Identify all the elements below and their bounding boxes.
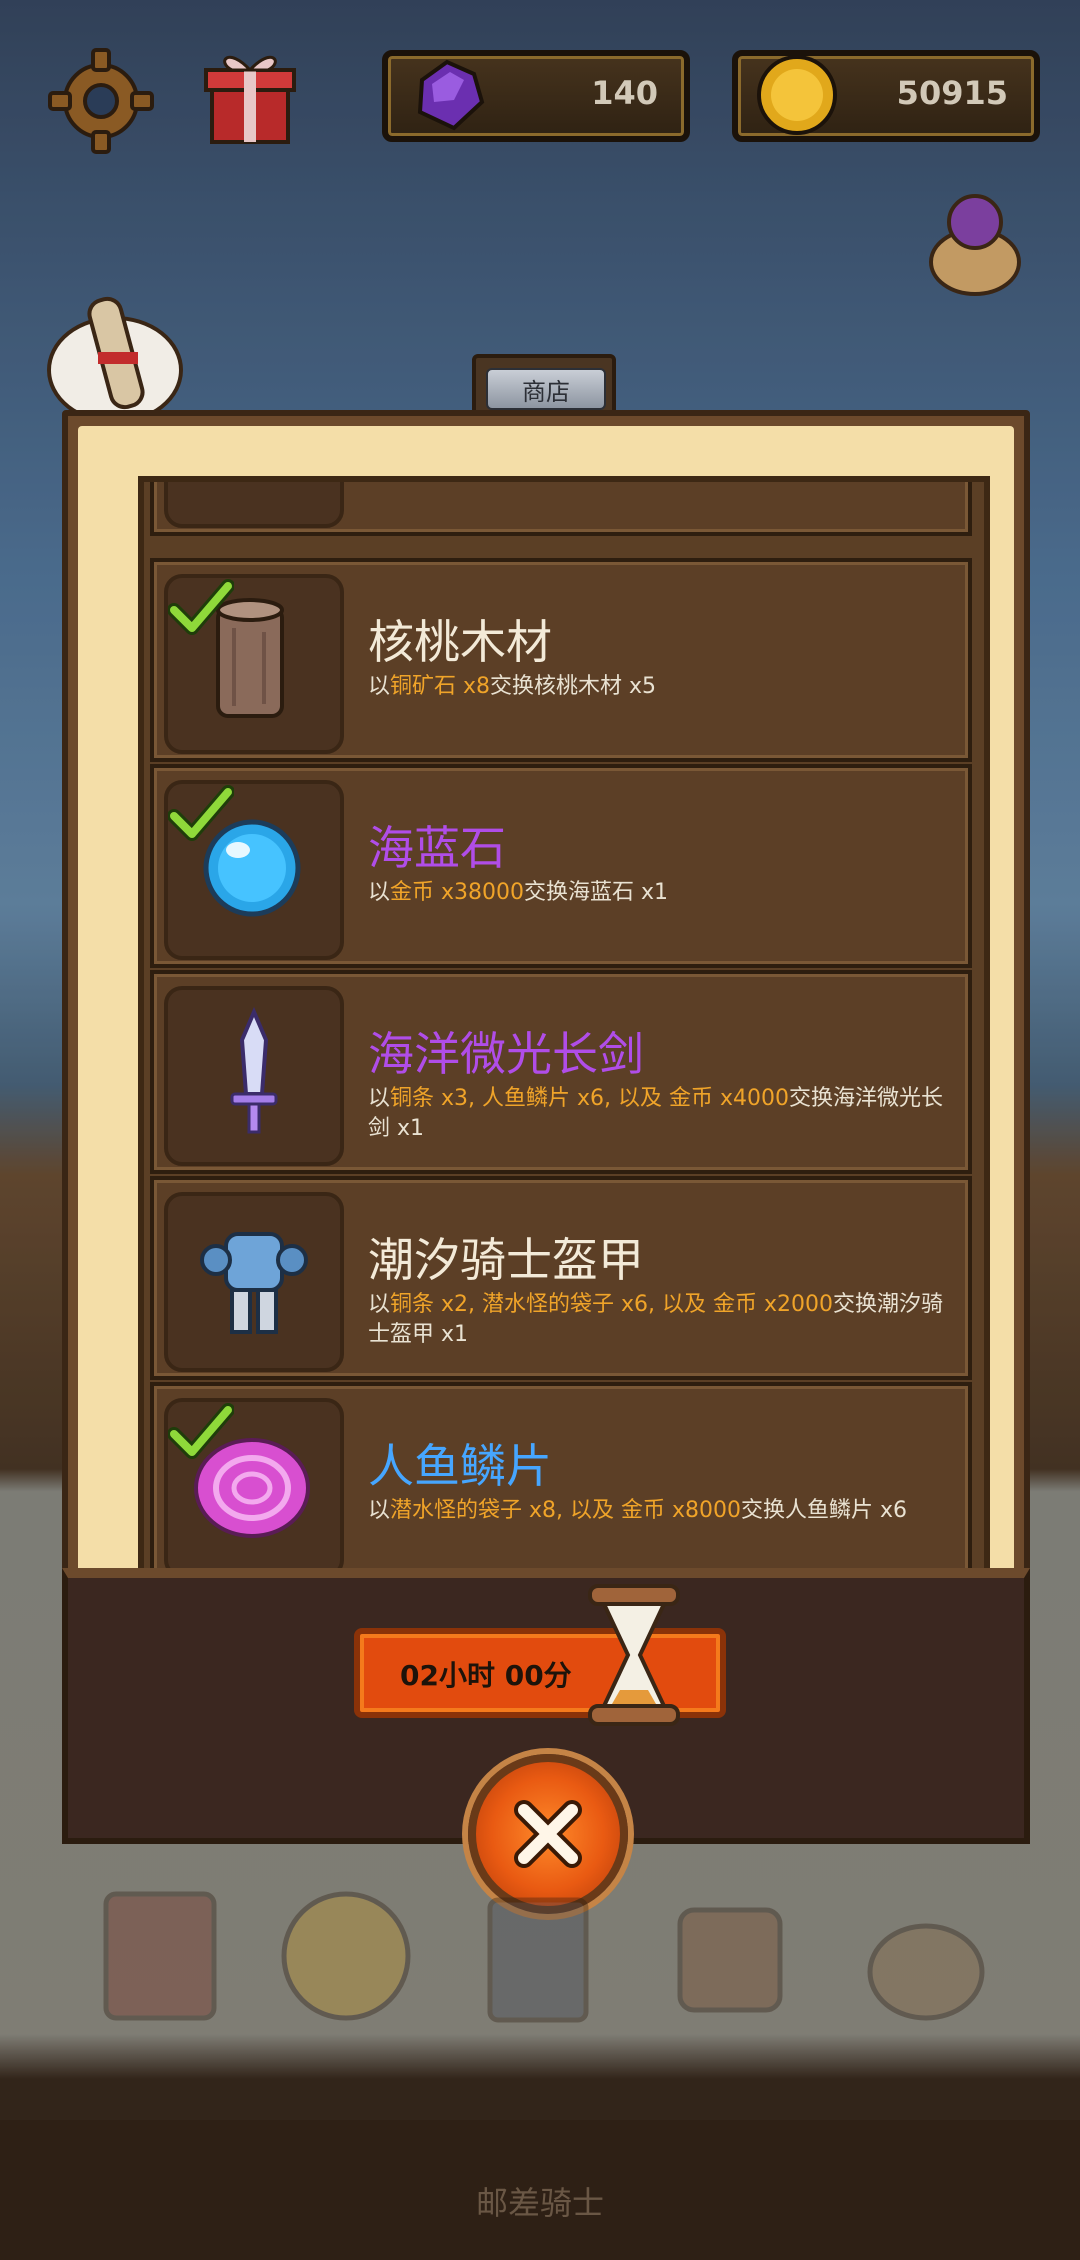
purple-gem-icon — [417, 59, 485, 131]
checkmark-icon — [168, 785, 234, 841]
loot-bag-icon[interactable] — [850, 1880, 990, 2030]
gift-box-icon[interactable] — [198, 40, 302, 148]
footer-title: 邮差骑士 — [475, 2184, 604, 2222]
coin-counter[interactable]: 50915 — [732, 50, 1040, 142]
timer-label: 02小时 00分 — [400, 1659, 572, 1692]
item-description: 以金币 x38000交换海蓝石 x1 — [368, 880, 669, 905]
gem-counter[interactable]: 140 — [382, 50, 690, 142]
shop-item-partial[interactable] — [150, 482, 972, 536]
item-slot — [164, 1192, 344, 1372]
shop-item[interactable]: 海洋微光长剑 以铜条 x3, 人鱼鳞片 x6, 以及 金币 x4000交换海洋微… — [150, 970, 972, 1174]
checkmark-icon — [168, 1403, 234, 1459]
shop-tab-label: 商店 — [486, 368, 606, 410]
card-deck-icon[interactable] — [470, 1880, 610, 2030]
item-name: 海蓝石 — [368, 821, 506, 875]
settings-gear-icon[interactable] — [48, 48, 154, 154]
coin-count: 50915 — [896, 74, 1008, 112]
shop-item[interactable]: 人鱼鳞片 以潜水怪的袋子 x8, 以及 金币 x8000交换人鱼鳞片 x6 — [150, 1382, 972, 1586]
hourglass-icon — [588, 1584, 680, 1726]
shop-item-list[interactable]: 核桃木材 以铜矿石 x8交换核桃木材 x5 海蓝石 以金币 x38000交换海蓝… — [138, 476, 990, 1608]
item-slot — [164, 574, 344, 754]
treasure-bag-icon[interactable] — [920, 190, 1030, 300]
inventory-backpack-icon[interactable] — [660, 1880, 800, 2030]
shop-panel: 核桃木材 以铜矿石 x8交换核桃木材 x5 海蓝石 以金币 x38000交换海蓝… — [62, 410, 1030, 1608]
parchment-background: 核桃木材 以铜矿石 x8交换核桃木材 x5 海蓝石 以金币 x38000交换海蓝… — [78, 426, 1014, 1608]
item-description: 以铜矿石 x8交换核桃木材 x5 — [368, 674, 657, 699]
shop-item[interactable]: 海蓝石 以金币 x38000交换海蓝石 x1 — [150, 764, 972, 968]
item-name: 潮汐骑士盔甲 — [368, 1233, 644, 1287]
item-description: 以潜水怪的袋子 x8, 以及 金币 x8000交换人鱼鳞片 x6 — [368, 1498, 908, 1523]
item-description: 以铜条 x3, 人鱼鳞片 x6, 以及 金币 x4000交换海洋微光长剑 x1 — [368, 1086, 944, 1141]
item-slot — [164, 482, 344, 528]
item-name: 核桃木材 — [368, 615, 552, 669]
item-name: 人鱼鳞片 — [368, 1439, 552, 1493]
shop-item[interactable]: 潮汐骑士盔甲 以铜条 x2, 潜水怪的袋子 x6, 以及 金币 x2000交换潮… — [150, 1176, 972, 1380]
checkmark-icon — [168, 579, 234, 635]
shop-item[interactable]: 核桃木材 以铜矿石 x8交换核桃木材 x5 — [150, 558, 972, 762]
gold-coin-icon — [757, 55, 837, 135]
item-description: 以铜条 x2, 潜水怪的袋子 x6, 以及 金币 x2000交换潮汐骑士盔甲 x… — [368, 1292, 944, 1347]
scroll-quest-icon[interactable] — [40, 290, 190, 430]
item-slot — [164, 780, 344, 960]
sword-icon — [230, 1006, 278, 1134]
item-slot — [164, 986, 344, 1166]
item-name: 海洋微光长剑 — [368, 1027, 644, 1081]
armor-icon — [200, 1232, 308, 1334]
item-slot — [164, 1398, 344, 1578]
gem-count: 140 — [591, 74, 658, 112]
close-icon — [514, 1800, 582, 1868]
quest-book-icon[interactable] — [90, 1880, 230, 2030]
star-coin-icon[interactable] — [276, 1880, 416, 2030]
